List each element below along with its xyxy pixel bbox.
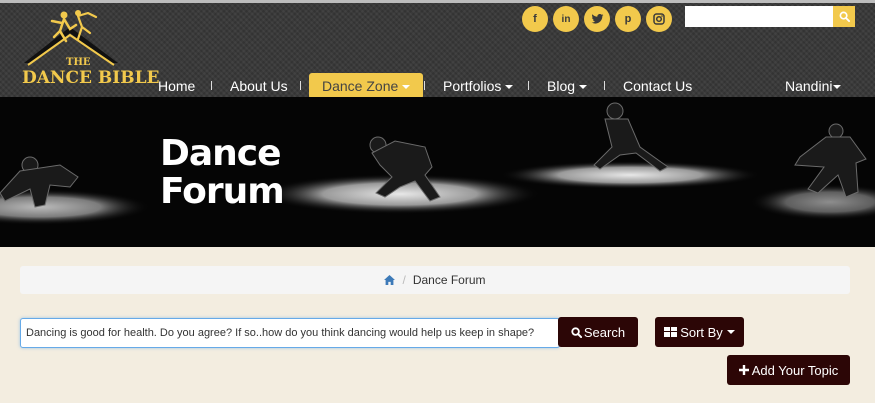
nav-blog[interactable]: Blog [547,73,588,99]
nav-dance-zone[interactable]: Dance Zone [309,73,424,99]
add-topic-button[interactable]: Add Your Topic [727,355,850,385]
sort-by-label: Sort By [680,324,723,340]
header-search [685,6,855,27]
breadcrumb: / Dance Forum [20,266,850,294]
facebook-icon[interactable]: f [522,6,548,32]
logo-text-the: THE [66,57,91,68]
caret-down-icon [402,85,411,90]
nav-divider [211,81,212,90]
nav-contact-us[interactable]: Contact Us [623,73,692,99]
nav-portfolios-label: Portfolios [443,78,502,94]
caret-down-icon [833,85,842,90]
page-title-text: Dance Forum [160,133,285,212]
linkedin-icon[interactable]: in [553,6,579,32]
twitter-bird-glyph [591,13,603,24]
nav-divider [528,81,529,90]
header-search-input[interactable] [685,6,833,27]
social-links: f in p [522,6,672,32]
site-header: THE DANCE BIBLE f in p Home About Us Dan… [0,0,875,99]
nav-about-us[interactable]: About Us [230,73,288,99]
caret-down-icon [505,85,514,90]
nav-dance-zone-label: Dance Zone [322,78,399,94]
instagram-glyph [653,13,665,25]
user-name: Nandini [785,78,833,94]
breadcrumb-separator: / [402,273,406,287]
header-search-button[interactable] [833,6,855,27]
nav-user-menu[interactable]: Nandini [785,73,842,99]
search-button-label: Search [583,324,626,340]
caret-down-icon [579,85,588,90]
nav-divider [424,81,425,90]
add-topic-label: Add Your Topic [751,362,839,378]
search-button[interactable]: Search [558,317,638,347]
nav-divider [604,81,605,90]
caret-down-icon [726,330,735,334]
breadcrumb-current: Dance Forum [412,273,486,287]
twitter-icon[interactable] [584,6,610,32]
table-icon [664,327,678,337]
forum-search-input[interactable] [20,318,560,348]
main-nav: Home About Us Dance Zone Portfolios Blog… [0,73,875,99]
search-icon [571,326,582,338]
sort-by-button[interactable]: Sort By [655,317,744,347]
nav-home[interactable]: Home [158,73,195,99]
banner-image [0,97,875,247]
instagram-icon[interactable] [646,6,672,32]
nav-divider [300,81,301,90]
home-icon[interactable] [384,275,396,285]
plus-icon [738,365,749,375]
pinterest-icon[interactable]: p [615,6,641,32]
search-icon [839,11,850,22]
page-title: Dance Forum [160,133,285,212]
nav-blog-label: Blog [547,78,576,94]
hero-banner: Dance Forum [0,97,875,247]
nav-portfolios[interactable]: Portfolios [443,73,514,99]
